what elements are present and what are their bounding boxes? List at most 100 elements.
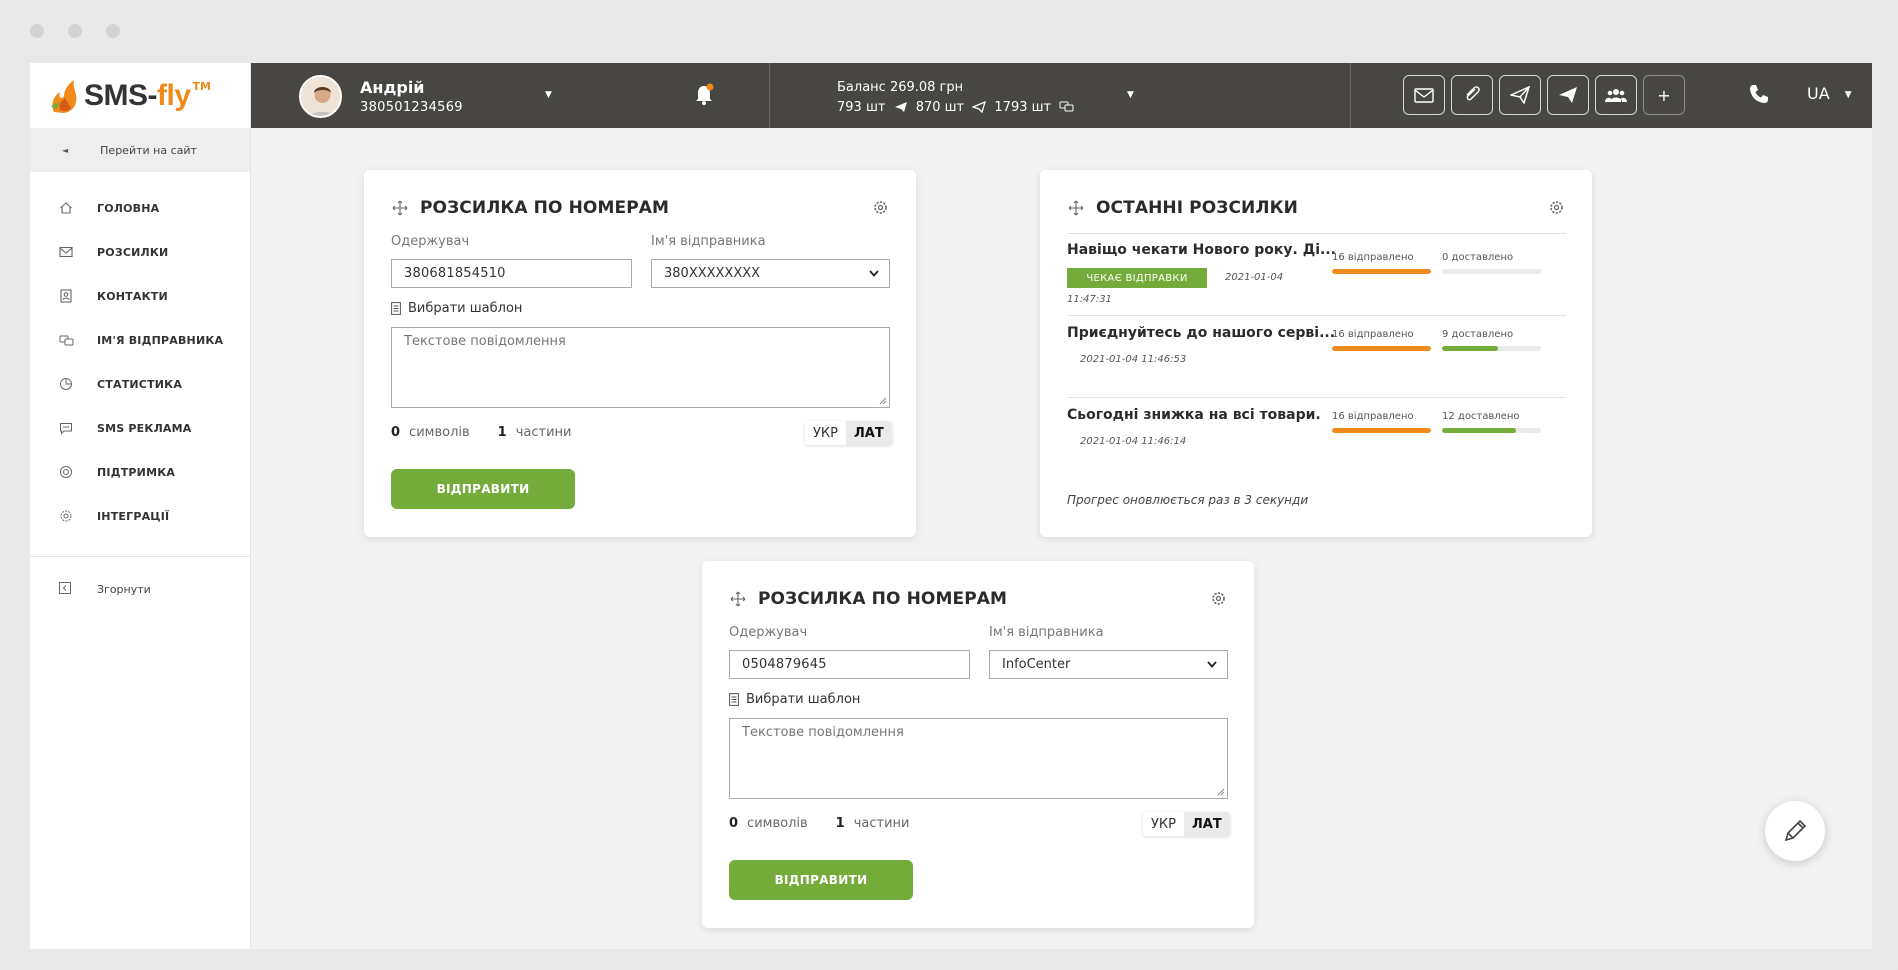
recipient-value: 0504879645 [742, 657, 827, 672]
mailing-date: 2021-01-04 [1225, 272, 1284, 283]
gear-icon [58, 508, 74, 524]
delivered-count-label: 12 доставлено [1442, 411, 1520, 422]
edit-dashboard-button[interactable] [1765, 801, 1825, 861]
sidebar-item-sms-ads[interactable]: SMS РЕКЛАМА [30, 406, 250, 450]
layout-lat-button[interactable]: ЛАТ [846, 421, 892, 445]
sidebar-item-integrations[interactable]: ІНТЕГРАЦІЇ [30, 494, 250, 538]
sidebar-item-home[interactable]: ГОЛОВНА [30, 186, 250, 230]
sender-name-select[interactable]: 380XXXXXXXX [651, 259, 890, 288]
divider [1067, 397, 1566, 398]
app: SMS-fly TM ◄ Перейти на сайт ГОЛОВНА РОЗС… [30, 63, 1872, 949]
logo-trademark: TM [192, 80, 211, 93]
sidebar-item-support[interactable]: ПІДТРИМКА [30, 450, 250, 494]
recipient-input[interactable]: 0504879645 [729, 650, 970, 679]
mailing-date: 2021-01-04 11:46:14 [1080, 436, 1187, 447]
progress-update-note: Прогрес оновлюється раз в 3 секунди [1067, 493, 1309, 507]
mailing-time: 11:47:31 [1067, 294, 1112, 305]
message-placeholder: Текстове повідомлення [404, 334, 566, 349]
send-button[interactable]: ВІДПРАВИТИ [391, 469, 575, 509]
divider [1067, 233, 1566, 234]
move-icon[interactable] [1068, 200, 1084, 216]
envelope-icon [58, 244, 74, 260]
sent-count-label: 16 відправлено [1332, 329, 1414, 340]
delivered-count-label: 9 доставлено [1442, 329, 1514, 340]
sidebar: SMS-fly TM ◄ Перейти на сайт ГОЛОВНА РОЗС… [30, 63, 251, 949]
sent-count-label: 16 відправлено [1332, 252, 1414, 263]
layout-lat-button[interactable]: ЛАТ [1184, 812, 1230, 836]
sender-icon [58, 332, 74, 348]
group-tool-button[interactable] [1595, 75, 1637, 115]
recipient-input[interactable]: 380681854510 [391, 259, 632, 288]
sent-progress-fill [1332, 428, 1431, 433]
ad-message-icon [58, 420, 74, 436]
move-icon[interactable] [730, 591, 746, 607]
sidebar-item-contacts[interactable]: КОНТАКТИ [30, 274, 250, 318]
sidebar-divider [30, 556, 250, 557]
keyboard-layout-toggle: УКР ЛАТ [1143, 812, 1230, 836]
sidebar-item-statistics[interactable]: СТАТИСТИКА [30, 362, 250, 406]
sent-progress-fill [1332, 346, 1431, 351]
layout-ukr-button[interactable]: УКР [1143, 812, 1184, 836]
balance-text: Баланс 269.08 грн [837, 80, 964, 95]
sms-count: 793 шт [837, 100, 886, 115]
choose-template-link[interactable]: Вибрати шаблон [391, 301, 522, 316]
settings-gear-icon[interactable] [873, 200, 888, 215]
sender-name-value: 380XXXXXXXX [664, 266, 761, 281]
window-minimize-dot[interactable] [68, 24, 82, 38]
sender-name-label: Ім'я відправника [651, 234, 766, 249]
notifications-bell-icon[interactable] [693, 83, 715, 107]
balance-dropdown-caret-icon[interactable]: ▼ [1127, 90, 1134, 100]
recent-mailing-item[interactable]: Навіщо чекати Нового року. Ді... ЧЕКАЄ В… [1067, 242, 1567, 314]
move-icon[interactable] [392, 200, 408, 216]
sender-name-label: Ім'я відправника [989, 625, 1104, 640]
message-textarea[interactable]: Текстове повідомлення [729, 718, 1228, 799]
sidebar-item-sender-name[interactable]: ІМ'Я ВІДПРАВНИКА [30, 318, 250, 362]
window-close-dot[interactable] [30, 24, 44, 38]
send-outline-icon [1510, 86, 1530, 104]
sidebar-item-mailings[interactable]: РОЗСИЛКИ [30, 230, 250, 274]
message-textarea[interactable]: Текстове повідомлення [391, 327, 890, 408]
topbar: Андрій 380501234569 ▼ Баланс 269.08 грн … [251, 63, 1872, 128]
document-icon [729, 693, 739, 706]
message-counters: 0 символів 1 частини [729, 816, 909, 831]
sidebar-item-label: КОНТАКТИ [97, 289, 168, 303]
telegram-tool-button[interactable] [1547, 75, 1589, 115]
paperclip-tool-button[interactable] [1451, 75, 1493, 115]
send-by-numbers-card: РОЗСИЛКА ПО НОМЕРАМ Одержувач 3806818545… [364, 170, 916, 537]
user-phone: 380501234569 [360, 100, 463, 115]
layout-ukr-button[interactable]: УКР [805, 421, 846, 445]
group-icon [1605, 89, 1627, 102]
recent-mailing-item[interactable]: Приєднуйтесь до нашого серві... 2021-01-… [1067, 325, 1567, 385]
add-tool-button[interactable]: + [1643, 75, 1685, 115]
delivered-progress-bar [1442, 428, 1541, 433]
caret-left-icon: ◄ [62, 145, 69, 155]
choose-template-label: Вибрати шаблон [408, 301, 523, 316]
logo[interactable]: SMS-fly TM [30, 63, 250, 128]
language-selector[interactable]: UA ▼ [1807, 84, 1852, 103]
envelope-tool-button[interactable] [1403, 75, 1445, 115]
sender-name-select[interactable]: InfoCenter [989, 650, 1228, 679]
home-icon [58, 200, 74, 216]
resize-handle-icon[interactable] [1217, 788, 1225, 796]
resize-handle-icon[interactable] [879, 397, 887, 405]
collapse-sidebar-button[interactable]: Згорнути [30, 571, 250, 607]
avatar [299, 75, 342, 118]
settings-gear-icon[interactable] [1211, 591, 1226, 606]
user-dropdown-caret-icon[interactable]: ▼ [545, 90, 552, 100]
balance-info[interactable]: Баланс 269.08 грн 793 шт 870 шт 1793 шт [837, 78, 1079, 118]
recent-mailings-card: ОСТАННІ РОЗСИЛКИ Навіщо чекати Нового ро… [1040, 170, 1592, 537]
sent-progress-bar [1332, 428, 1431, 433]
sidebar-item-label: РОЗСИЛКИ [97, 245, 169, 259]
telegram-icon [1559, 87, 1577, 103]
send-button[interactable]: ВІДПРАВИТИ [729, 860, 913, 900]
phone-icon[interactable] [1748, 83, 1770, 109]
goto-site-link[interactable]: ◄ Перейти на сайт [30, 128, 250, 172]
language-label: UA [1807, 84, 1830, 103]
window-maximize-dot[interactable] [106, 24, 120, 38]
mailing-title: Приєднуйтесь до нашого серві... [1067, 325, 1336, 341]
recent-mailing-item[interactable]: Сьогодні знижка на всі товари. 2021-01-0… [1067, 407, 1567, 467]
send-outline-tool-button[interactable] [1499, 75, 1541, 115]
user-menu[interactable]: Андрій 380501234569 [299, 75, 463, 118]
settings-gear-icon[interactable] [1549, 200, 1564, 215]
choose-template-link[interactable]: Вибрати шаблон [729, 692, 860, 707]
